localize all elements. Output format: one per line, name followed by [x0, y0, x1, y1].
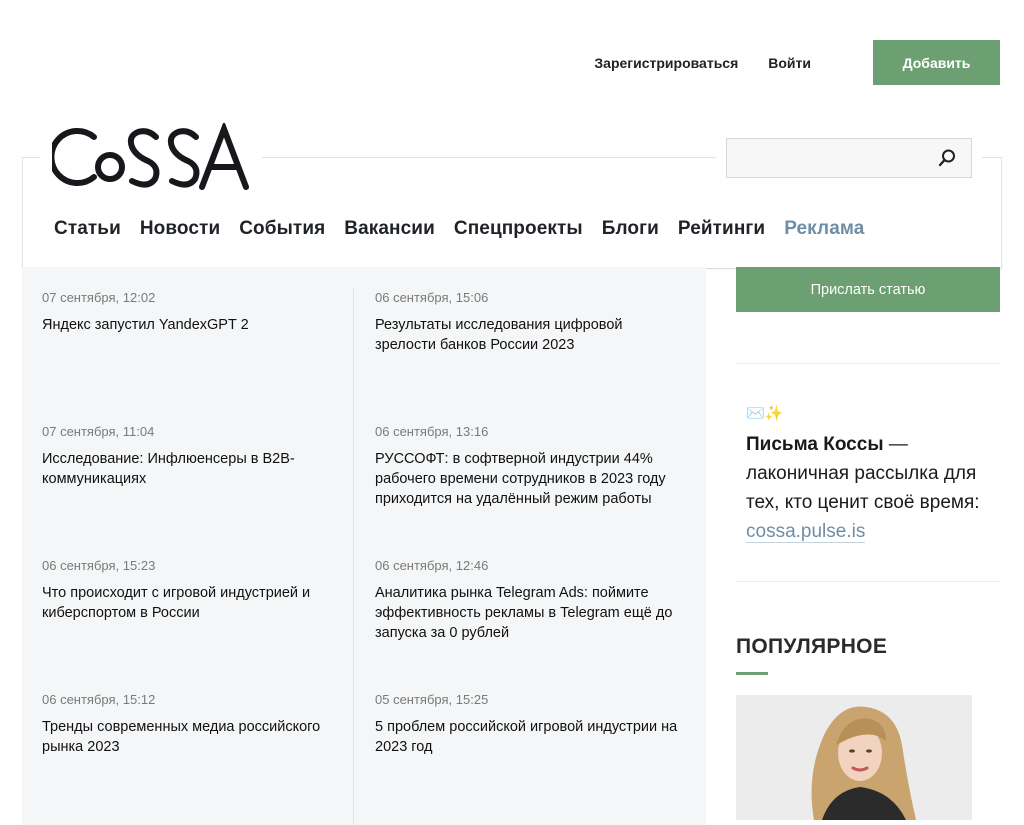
main-nav: Статьи Новости События Вакансии Спецпрое… — [54, 218, 883, 240]
popular-underline — [736, 672, 768, 675]
nav-item-articles[interactable]: Статьи — [54, 218, 121, 240]
column-divider — [353, 289, 354, 825]
search-input[interactable] — [727, 139, 947, 175]
news-date: 06 сентября, 15:06 — [375, 290, 489, 305]
logo-mark — [52, 123, 249, 190]
news-item[interactable]: 07 сентября, 11:04 Исследование: Инфлюен… — [42, 424, 352, 489]
nav-item-vacancies[interactable]: Вакансии — [344, 218, 435, 240]
nav-item-events[interactable]: События — [239, 218, 325, 240]
news-title[interactable]: РУССОФТ: в софтверной индустрии 44% рабо… — [375, 449, 685, 509]
register-link[interactable]: Зарегистрироваться — [594, 55, 738, 71]
popular-heading: ПОПУЛЯРНОЕ — [736, 635, 888, 658]
news-date: 06 сентября, 15:23 — [42, 558, 156, 573]
portrait-image — [736, 695, 972, 820]
news-title[interactable]: Исследование: Инфлюенсеры в B2B-коммуник… — [42, 449, 352, 489]
news-date: 06 сентября, 13:16 — [375, 424, 489, 439]
news-date: 06 сентября, 12:46 — [375, 558, 489, 573]
sidebar-divider — [736, 581, 1000, 582]
nav-item-news[interactable]: Новости — [140, 218, 220, 240]
newsletter-emoji: ✉️✨ — [746, 405, 784, 422]
search-area — [716, 138, 982, 178]
news-date: 06 сентября, 15:12 — [42, 692, 156, 707]
newsletter-title: Письма Коссы — [746, 434, 884, 455]
news-date: 07 сентября, 12:02 — [42, 290, 156, 305]
news-item[interactable]: 06 сентября, 15:23 Что происходит с игро… — [42, 558, 352, 623]
nav-item-specprojects[interactable]: Спецпроекты — [454, 218, 583, 240]
news-date: 07 сентября, 11:04 — [42, 424, 155, 439]
news-title[interactable]: Яндекс запустил YandexGPT 2 — [42, 315, 352, 335]
news-title[interactable]: Результаты исследования цифровой зрелост… — [375, 315, 685, 355]
sidebar-divider — [736, 363, 1000, 364]
news-item[interactable]: 06 сентября, 12:46 Аналитика рынка Teleg… — [375, 558, 685, 643]
news-title[interactable]: Аналитика рынка Telegram Ads: поймите эф… — [375, 583, 685, 643]
news-item[interactable]: 07 сентября, 12:02 Яндекс запустил Yande… — [42, 290, 352, 335]
login-link[interactable]: Войти — [768, 55, 811, 71]
news-title[interactable]: Тренды современных медиа российского рын… — [42, 717, 352, 757]
site-logo[interactable] — [40, 118, 262, 196]
search-icon[interactable] — [937, 148, 957, 173]
top-bar: Зарегистрироваться Войти Добавить — [594, 40, 1000, 85]
news-title[interactable]: Что происходит с игровой индустрией и ки… — [42, 583, 352, 623]
news-item[interactable]: 06 сентября, 15:12 Тренды современных ме… — [42, 692, 352, 757]
nav-item-blogs[interactable]: Блоги — [602, 218, 659, 240]
nav-item-ratings[interactable]: Рейтинги — [678, 218, 765, 240]
news-feed: 07 сентября, 12:02 Яндекс запустил Yande… — [22, 267, 706, 825]
newsletter-link[interactable]: cossa.pulse.is — [746, 521, 866, 543]
add-button[interactable]: Добавить — [873, 40, 1000, 85]
news-title[interactable]: 5 проблем российской игровой индустрии н… — [375, 717, 685, 757]
nav-item-advertising[interactable]: Реклама — [784, 218, 864, 240]
news-item[interactable]: 06 сентября, 15:06 Результаты исследован… — [375, 290, 685, 355]
news-date: 05 сентября, 15:25 — [375, 692, 489, 707]
popular-article-image[interactable] — [736, 695, 972, 820]
news-item[interactable]: 05 сентября, 15:25 5 проблем российской … — [375, 692, 685, 757]
search-box — [726, 138, 972, 178]
newsletter-promo: Письма Коссы — лаконичная рассылка для т… — [746, 430, 1000, 546]
send-article-button[interactable]: Прислать статью — [736, 267, 1000, 312]
news-item[interactable]: 06 сентября, 13:16 РУССОФТ: в софтверной… — [375, 424, 685, 509]
